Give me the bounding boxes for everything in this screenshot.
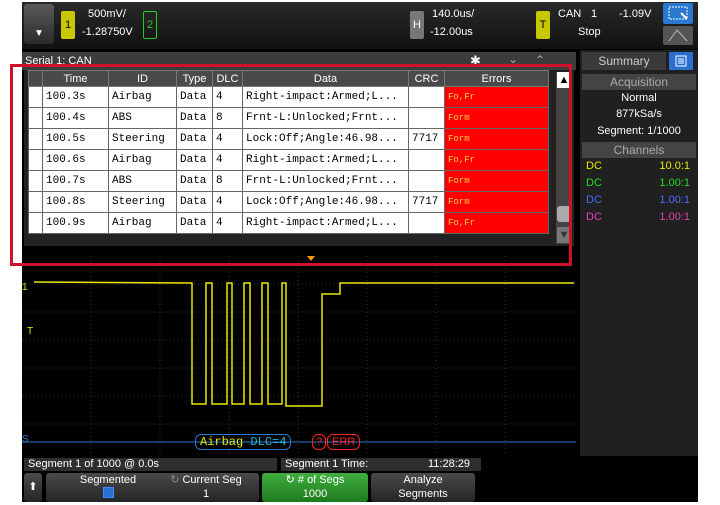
sample-rate: 877kSa/s: [616, 108, 662, 120]
analyze-segments-softkey[interactable]: Analyze Segments: [371, 473, 475, 502]
rotate-knob-icon: ↻: [285, 474, 295, 486]
acquisition-mode: Normal: [621, 92, 657, 104]
channels-header: Channels: [582, 142, 696, 158]
num-segs-value: 1000: [302, 488, 328, 500]
trigger-channel: 1: [591, 8, 598, 20]
segment-counter: Segment: 1/1000: [597, 125, 681, 137]
ch4-probe: 1.00:1: [659, 211, 690, 223]
analyze-label-1: Analyze: [403, 474, 443, 486]
num-segs-text: # of Segs: [297, 474, 345, 486]
ch2-probe: 1.00:1: [659, 177, 690, 189]
decode-dlc: DLC=4: [250, 435, 287, 449]
tab-summary[interactable]: Summary: [582, 52, 666, 70]
decode-error: ERR: [327, 434, 361, 450]
trigger-source: CAN: [558, 8, 582, 20]
num-segs-label: ↻ # of Segs: [262, 473, 368, 487]
waveform-display[interactable]: 1 T S Airbag DLC=4 ? ERR: [22, 256, 576, 454]
segment-time-value: 11:28:29: [428, 458, 471, 470]
segmented-label: Segmented: [79, 474, 137, 486]
current-seg-value: 1: [202, 488, 210, 500]
num-segs-softkey[interactable]: ↻ # of Segs 1000: [262, 473, 368, 502]
time-per-div: 140.0us/: [432, 8, 475, 20]
ch1-probe: 10.0:1: [659, 160, 690, 172]
ramp-icon: [668, 29, 688, 42]
tab-menu[interactable]: [669, 52, 693, 70]
current-seg-label: ↻ Current Seg: [153, 473, 259, 487]
ramp-button[interactable]: [663, 26, 693, 45]
ch1-coupling: DC: [586, 160, 602, 172]
rotate-knob-icon: ↻: [170, 474, 180, 486]
decode-id: Airbag: [200, 435, 244, 449]
highlight-frame: [10, 64, 572, 266]
time-delay: -12.00us: [430, 26, 473, 38]
segmented-checkbox[interactable]: [46, 487, 170, 502]
main-menu-button[interactable]: ▼: [24, 4, 54, 44]
ch3-probe: 1.00:1: [659, 194, 690, 206]
serial-bus-marker: S: [22, 434, 29, 445]
ch2-coupling: DC: [586, 177, 602, 189]
segment-info: Segment 1 of 1000 @ 0.0s: [24, 458, 277, 471]
ch1-ground-marker[interactable]: 1: [22, 282, 28, 293]
ch1-scale: 500mV/: [88, 8, 126, 20]
trigger-indicator[interactable]: T: [536, 11, 550, 39]
trigger-level: -1.09V: [619, 8, 652, 20]
list-icon: [675, 55, 687, 67]
ch1-trace: [33, 281, 574, 407]
acquisition-header: Acquisition: [582, 74, 696, 90]
current-seg-text: Current Seg: [182, 474, 242, 486]
up-arrow-icon: ⬆: [28, 481, 38, 493]
decode-frame: Airbag DLC=4: [195, 434, 292, 450]
decode-unknown: ?: [312, 434, 327, 450]
waveform-graticule: [22, 256, 576, 454]
status-bar: Segment 1 of 1000 @ 0.0s Segment 1 Time:…: [22, 457, 698, 472]
run-state: Stop: [578, 26, 601, 38]
segmented-softkey[interactable]: Segmented: [46, 473, 170, 502]
horizontal-indicator[interactable]: H: [410, 11, 424, 39]
ch1-indicator[interactable]: 1: [61, 11, 75, 39]
ch3-coupling: DC: [586, 194, 602, 206]
back-button[interactable]: ⬆: [24, 473, 42, 502]
ch4-coupling: DC: [586, 211, 602, 223]
analyze-label-2: Segments: [398, 488, 448, 500]
right-panel: Summary Acquisition Normal 877kSa/s Segm…: [580, 50, 698, 456]
zoom-button[interactable]: [663, 3, 693, 24]
ch2-indicator[interactable]: 2: [143, 11, 157, 39]
ch1-offset: -1.28750V: [82, 26, 133, 38]
top-bar: ▼ 1 500mV/ -1.28750V 2 H 140.0us/ -12.00…: [22, 2, 698, 49]
trigger-level-marker[interactable]: T: [27, 326, 33, 337]
current-seg-softkey[interactable]: ↻ Current Seg 1: [153, 473, 259, 502]
zoom-icon: [668, 6, 688, 20]
chevron-down-icon: ▼: [34, 28, 44, 39]
